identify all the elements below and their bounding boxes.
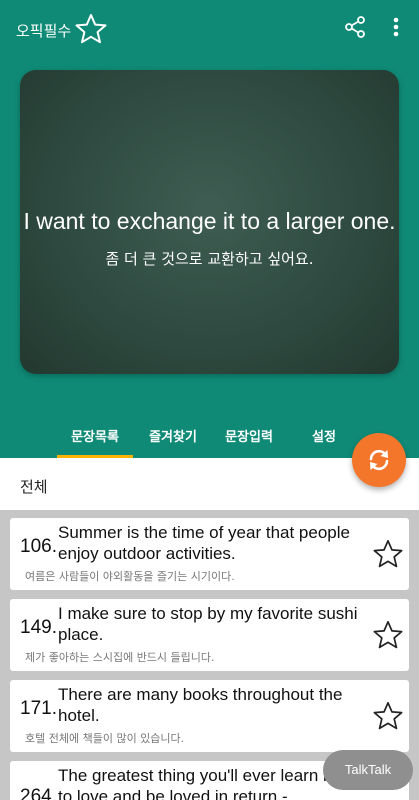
filter-label[interactable]: 전체 xyxy=(20,476,48,497)
sentence-english: Summer is the time of year that people e… xyxy=(58,523,350,563)
tab-sentence-input[interactable]: 문장입력 xyxy=(216,426,282,445)
sentence-english: I make sure to stop by my favorite sushi… xyxy=(58,604,358,644)
app-bar: 오픽필수 xyxy=(0,0,419,58)
list-item[interactable]: 171. There are many books throughout the… xyxy=(10,680,409,752)
sentence-korean: 여름은 사람들이 야외활동을 즐기는 시기이다. xyxy=(25,570,235,583)
list-item[interactable]: 149. I make sure to stop by my favorite … xyxy=(10,599,409,671)
star-outline-icon[interactable] xyxy=(74,12,108,46)
favorite-star-icon[interactable] xyxy=(372,538,404,570)
refresh-icon xyxy=(369,449,389,471)
sentence-english: There are many books throughout the hote… xyxy=(58,685,343,725)
talktalk-button[interactable]: TalkTalk xyxy=(323,750,413,790)
tab-favorites[interactable]: 즐겨찾기 xyxy=(140,426,206,445)
sentence-number: 106. xyxy=(20,536,57,557)
app-title: 오픽필수 xyxy=(16,22,72,40)
sentence-korean: 제가 좋아하는 스시집에 반드시 들립니다. xyxy=(25,651,215,664)
tab-sentence-list[interactable]: 문장목록 xyxy=(62,426,128,445)
favorite-star-icon[interactable] xyxy=(372,619,404,651)
chalkboard-card[interactable]: I want to exchange it to a larger one. 좀… xyxy=(20,70,399,374)
sentence-number: 264. xyxy=(20,786,57,800)
board-korean-sentence: 좀 더 큰 것으로 교환하고 싶어요. xyxy=(105,250,314,268)
refresh-button[interactable] xyxy=(352,433,406,487)
sentence-number: 149. xyxy=(20,617,57,638)
sentence-number: 171. xyxy=(20,698,57,719)
tab-settings[interactable]: 설정 xyxy=(294,426,354,445)
sentence-korean: 호텔 전체에 책들이 많이 있습니다. xyxy=(25,732,185,745)
more-vert-icon[interactable] xyxy=(389,15,403,39)
list-item[interactable]: 106. Summer is the time of year that peo… xyxy=(10,518,409,590)
share-icon[interactable] xyxy=(343,15,367,39)
board-english-sentence: I want to exchange it to a larger one. xyxy=(23,208,396,234)
favorite-star-icon[interactable] xyxy=(372,700,404,732)
